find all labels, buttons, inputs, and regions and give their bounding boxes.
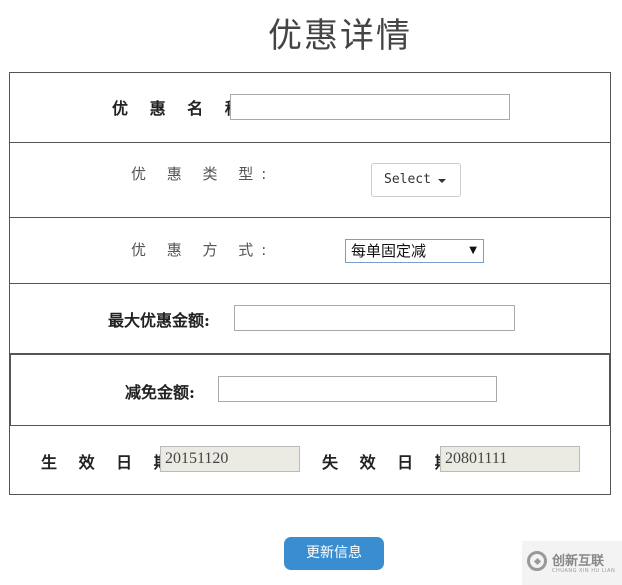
row-dates: 生 效 日 期: 失 效 日 期: [10, 426, 610, 496]
row-discount-type: 优 惠 类 型: Select [10, 143, 610, 218]
watermark-text: 创新互联 [552, 554, 605, 569]
discount-type-select[interactable]: Select [371, 163, 461, 197]
reduce-amount-label: 减免金额: [125, 383, 195, 402]
discount-method-select-value: 每单固定减 [351, 242, 427, 260]
reduce-amount-input[interactable] [218, 376, 497, 402]
max-amount-label: 最大优惠金额: [108, 311, 210, 330]
end-date-input[interactable] [440, 446, 580, 472]
page-title: 优惠详情 [268, 16, 412, 56]
row-discount-method: 优 惠 方 式: 每单固定减 ▼ [10, 218, 610, 284]
discount-type-select-value: Select [384, 172, 431, 187]
start-date-input[interactable] [160, 446, 300, 472]
watermark-subtext: CHUANG XIN HU LIAN [552, 568, 616, 574]
logo-icon [527, 551, 547, 571]
row-reduce-amount: 减免金额: [10, 354, 610, 426]
discount-method-select[interactable]: 每单固定减 ▼ [345, 239, 484, 263]
dropdown-arrow-icon: ▼ [469, 245, 477, 256]
discount-type-label: 优 惠 类 型: [131, 165, 275, 183]
discount-form: 优 惠 名 称: 优 惠 类 型: Select 优 惠 方 式: 每单固定减 … [9, 72, 611, 495]
discount-name-input[interactable] [230, 94, 510, 120]
caret-down-icon [438, 179, 446, 183]
row-discount-name: 优 惠 名 称: [10, 73, 610, 143]
update-info-button[interactable]: 更新信息 [284, 537, 384, 570]
row-max-amount: 最大优惠金额: [10, 284, 610, 354]
max-amount-input[interactable] [234, 305, 515, 331]
discount-method-label: 优 惠 方 式: [131, 241, 275, 259]
watermark-logo: 创新互联 CHUANG XIN HU LIAN [522, 541, 622, 585]
